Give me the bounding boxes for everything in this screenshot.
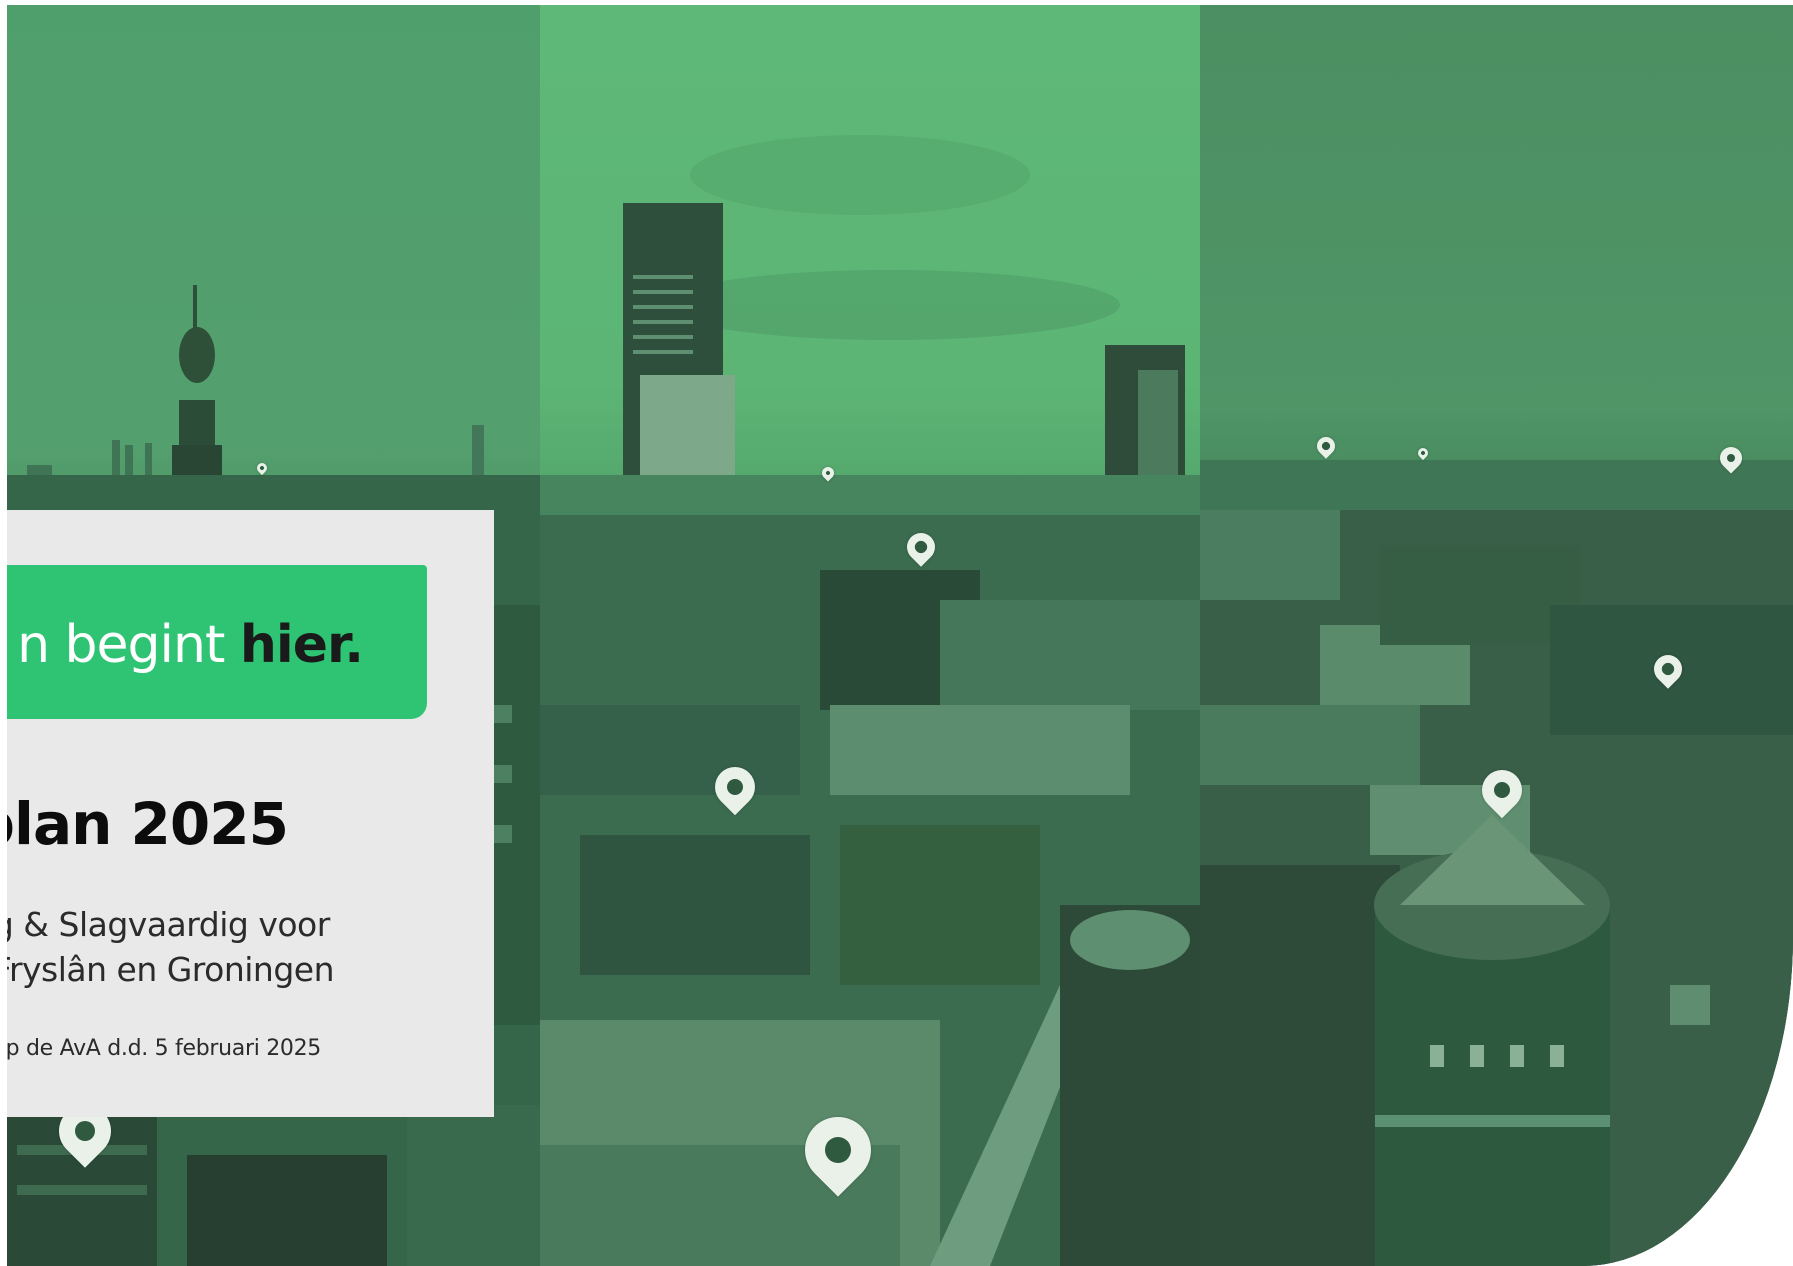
city-photo-middle [540,5,1200,1266]
tagline-text: n begint hier. [17,615,364,675]
city-skyline-middle [540,135,1200,1266]
cover-image: n begint hier. rplan 2025 g & Slagvaardi… [7,5,1793,1266]
tagline-banner: n begint hier. [7,565,427,719]
subtitle-line-1: g & Slagvaardig voor [7,905,330,944]
subtitle: g & Slagvaardig voor Fryslân en Groninge… [7,902,335,992]
tagline-emphasis: hier. [239,615,364,675]
title-card: n begint hier. rplan 2025 g & Slagvaardi… [7,510,494,1117]
footnote: op de AvA d.d. 5 februari 2025 [7,1036,321,1061]
city-photo-right [1200,5,1793,1266]
plan-title: rplan 2025 [7,790,289,858]
presentation-cover: n begint hier. rplan 2025 g & Slagvaardi… [0,0,1793,1266]
city-skyline-right [1200,460,1793,1266]
tagline-normal: n begint [17,615,225,675]
subtitle-line-2: Fryslân en Groningen [7,950,335,989]
